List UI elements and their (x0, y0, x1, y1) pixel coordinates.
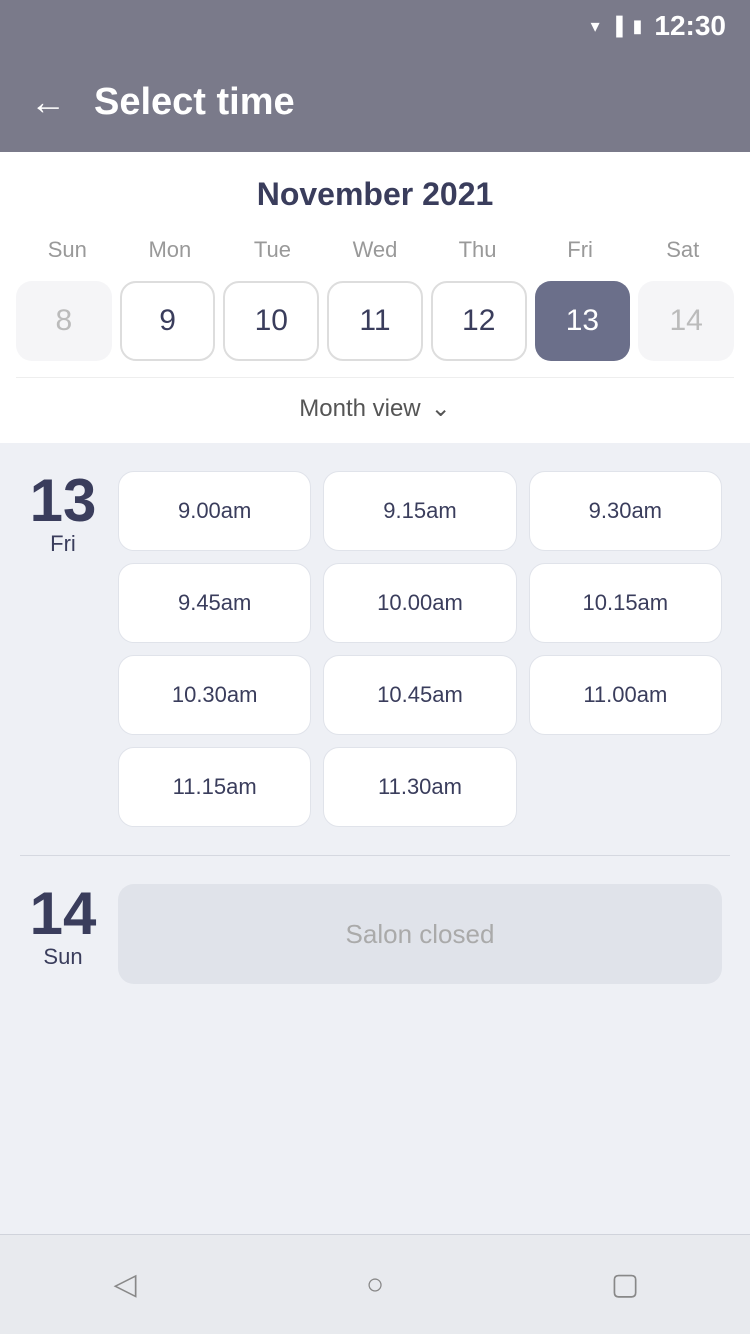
time-slot-1130am[interactable]: 11.30am (323, 747, 516, 827)
date-cell-11[interactable]: 11 (327, 281, 423, 361)
day-number: 13 (30, 471, 97, 531)
time-slot-1100am[interactable]: 11.00am (529, 655, 722, 735)
status-bar: ▾ ▐ ▮ 12:30 (0, 0, 750, 52)
date-cell-12[interactable]: 12 (431, 281, 527, 361)
page-title: Select time (94, 81, 295, 124)
month-view-label[interactable]: Month view (299, 395, 420, 423)
time-slot-1045am[interactable]: 10.45am (323, 655, 516, 735)
day-name: Fri (50, 531, 76, 557)
date-cell-10[interactable]: 10 (223, 281, 319, 361)
day-header-wed: Wed (324, 233, 427, 267)
recent-nav-button[interactable]: ▢ (595, 1255, 655, 1315)
chevron-down-icon[interactable]: ⌄ (431, 394, 451, 423)
status-time: 12:30 (654, 10, 726, 42)
home-nav-button[interactable]: ○ (345, 1255, 405, 1315)
battery-icon: ▮ (632, 16, 642, 37)
time-slot-1030am[interactable]: 10.30am (118, 655, 311, 735)
day-header-mon: Mon (119, 233, 222, 267)
day-header-fri: Fri (529, 233, 632, 267)
back-nav-button[interactable]: ◁ (95, 1255, 155, 1315)
day-block-14: 14Sun Salon closed (0, 856, 750, 1012)
date-cell-14[interactable]: 14 (638, 281, 734, 361)
day-header-tue: Tue (221, 233, 324, 267)
date-cell-13[interactable]: 13 (535, 281, 631, 361)
month-view-row[interactable]: Month view ⌄ (16, 377, 734, 443)
recent-nav-icon: ▢ (611, 1270, 639, 1300)
date-cell-9[interactable]: 9 (120, 281, 216, 361)
timeslots-section: 13Fri 9.00am9.15am9.30am 9.45am10.00am10.1… (0, 443, 750, 1234)
app-header: ← Select time (0, 52, 750, 152)
wifi-icon: ▾ (591, 16, 600, 37)
day-number-block-14: 14Sun (28, 884, 98, 984)
home-nav-icon: ○ (366, 1270, 384, 1300)
time-slot-915am[interactable]: 9.15am (323, 471, 516, 551)
bottom-nav: ◁ ○ ▢ (0, 1234, 750, 1334)
status-icons: ▾ ▐ ▮ (591, 16, 643, 37)
day-name: Sun (43, 944, 82, 970)
day-number: 14 (30, 884, 97, 944)
date-cell-8[interactable]: 8 (16, 281, 112, 361)
time-slot-1015am[interactable]: 10.15am (529, 563, 722, 643)
day-header-sun: Sun (16, 233, 119, 267)
time-slot-1000am[interactable]: 10.00am (323, 563, 516, 643)
calendar-section: November 2021 SunMonTueWedThuFriSat 8910… (0, 152, 750, 443)
month-title: November 2021 (16, 176, 734, 213)
back-button[interactable]: ← (30, 84, 66, 120)
day-headers: SunMonTueWedThuFriSat (16, 233, 734, 267)
slots-grid-13: 9.00am9.15am9.30am9.45am10.00am10.15am10… (118, 471, 722, 827)
date-row: 891011121314 (16, 277, 734, 377)
time-slot-945am[interactable]: 9.45am (118, 563, 311, 643)
day-header-thu: Thu (426, 233, 529, 267)
time-slot-900am[interactable]: 9.00am (118, 471, 311, 551)
back-nav-icon: ◁ (113, 1270, 136, 1300)
salon-closed-label: Salon closed (118, 884, 722, 984)
day-header-sat: Sat (631, 233, 734, 267)
day-number-block-13: 13Fri (28, 471, 98, 827)
time-slot-1115am[interactable]: 11.15am (118, 747, 311, 827)
time-slot-930am[interactable]: 9.30am (529, 471, 722, 551)
day-block-13: 13Fri 9.00am9.15am9.30am 9.45am10.00am10.1… (0, 443, 750, 855)
signal-icon: ▐ (610, 16, 623, 37)
